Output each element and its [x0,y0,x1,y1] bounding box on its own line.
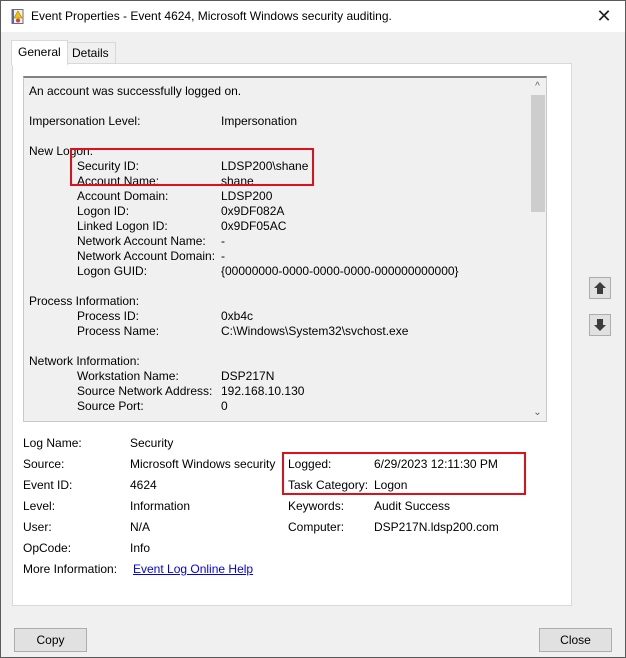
opcode-value: Info [130,541,151,555]
scroll-up-arrow-icon[interactable]: ^ [529,78,546,95]
field-label: Network Account Domain: [77,249,216,263]
close-window-button[interactable]: ✕ [593,5,615,27]
network-account-name-value: - [221,234,225,248]
arrow-up-icon [594,282,606,294]
impersonation-value: Impersonation [221,114,298,128]
field-label: Source Port: [77,399,144,413]
more-info-label: More Information: [23,562,118,576]
source-label: Source: [23,457,65,471]
keywords-label: Keywords: [288,499,345,513]
log-name-label: Log Name: [23,436,82,450]
account-domain-value: LDSP200 [221,189,273,203]
field-label: Logon GUID: [77,264,148,278]
event-description: An account was successfully logged on. I… [29,84,529,414]
next-event-button[interactable] [589,314,611,336]
description-scrollbar[interactable]: ^ ⌄ [529,78,546,421]
keywords-value: Audit Success [374,499,451,513]
field-label: Network Account Name: [77,234,206,248]
field-label: Process ID: [77,309,140,323]
copy-button[interactable]: Copy [14,628,87,652]
event-properties-window: Event Properties - Event 4624, Microsoft… [0,0,626,658]
highlight-box-account [70,148,314,186]
level-value: Information [130,499,191,513]
field-label: Workstation Name: [77,369,179,383]
computer-label: Computer: [288,520,345,534]
impersonation-label: Impersonation Level: [29,114,141,128]
process-id-value: 0xb4c [221,309,254,323]
source-address-value: 192.168.10.130 [221,384,305,398]
process-name-value: C:\Windows\System32\svchost.exe [221,324,409,338]
tab-general[interactable]: General [11,40,68,65]
user-value: N/A [130,520,151,534]
source-port-value: 0 [221,399,228,413]
linked-logon-id-value: 0x9DF05AC [221,219,287,233]
field-label: Account Domain: [77,189,169,203]
workstation-name-value: DSP217N [221,369,275,383]
logon-id-value: 0x9DF082A [221,204,285,218]
close-icon: ✕ [596,6,612,26]
scrollbar-thumb[interactable] [531,95,545,212]
arrow-down-icon [594,319,606,331]
process-info-header: Process Information: [29,294,140,308]
tab-details[interactable]: Details [65,42,116,64]
highlight-box-logged [282,452,526,495]
field-label: Linked Logon ID: [77,219,168,233]
field-label: Logon ID: [77,204,130,218]
window-title: Event Properties - Event 4624, Microsoft… [31,9,392,23]
field-label: Source Network Address: [77,384,213,398]
scroll-down-arrow-icon[interactable]: ⌄ [529,404,546,421]
event-log-online-help-link[interactable]: Event Log Online Help [133,562,253,576]
event-viewer-icon [11,9,24,24]
user-label: User: [23,520,52,534]
previous-event-button[interactable] [589,277,611,299]
event-description-box[interactable]: An account was successfully logged on. I… [23,76,547,422]
level-label: Level: [23,499,56,513]
network-account-domain-value: - [221,249,225,263]
source-value: Microsoft Windows security [130,457,276,471]
opcode-label: OpCode: [23,541,72,555]
computer-value: DSP217N.ldsp200.com [374,520,499,534]
network-info-header: Network Information: [29,354,140,368]
event-id-label: Event ID: [23,478,73,492]
event-id-value: 4624 [130,478,157,492]
log-name-value: Security [130,436,174,450]
close-button[interactable]: Close [539,628,612,652]
title-bar: Event Properties - Event 4624, Microsoft… [1,1,625,32]
field-label: Process Name: [77,324,160,338]
logon-guid-value: {00000000-0000-0000-0000-000000000000} [221,264,459,278]
description-headline: An account was successfully logged on. [29,84,242,98]
